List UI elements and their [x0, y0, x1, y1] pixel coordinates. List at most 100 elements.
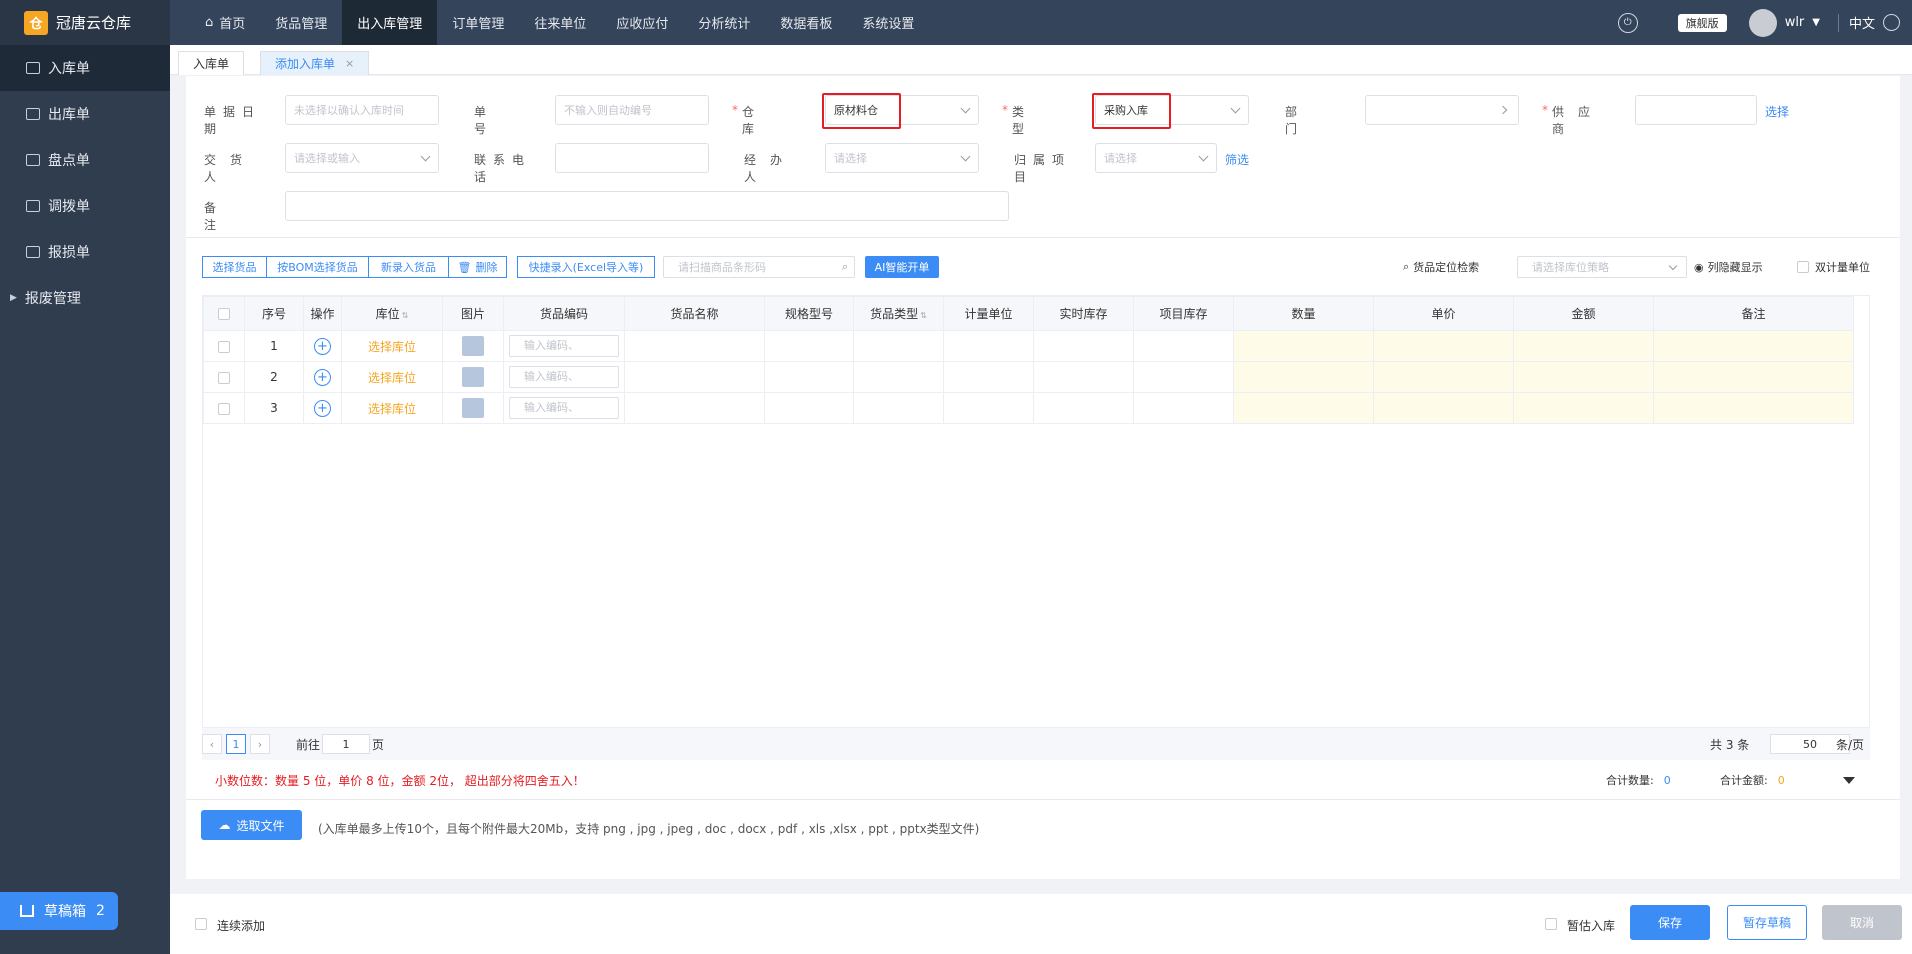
row-remark[interactable] [1653, 330, 1854, 362]
row-qty[interactable] [1233, 392, 1374, 424]
tab-add-inbound[interactable]: 添加入库单 × [260, 51, 370, 75]
code-input[interactable]: 输入编码、 [509, 397, 619, 419]
nav-dashboard[interactable]: 数据看板 [765, 0, 847, 45]
ai-order-button[interactable]: AI智能开单 [865, 256, 939, 278]
select-location-link[interactable]: 选择库位 [368, 402, 416, 416]
col-type[interactable]: 货品类型 ⇅ [853, 296, 944, 331]
nav-analysis[interactable]: 分析统计 [683, 0, 765, 45]
nav-goods[interactable]: 货品管理 [260, 0, 342, 45]
row-location[interactable]: 选择库位 [341, 330, 443, 362]
image-placeholder-icon[interactable] [462, 367, 484, 387]
code-input[interactable]: 输入编码、 [509, 335, 619, 357]
deliverer-select[interactable]: 请选择或输入 [285, 143, 439, 173]
sort-icon[interactable]: ⇅ [402, 311, 409, 320]
checkbox[interactable] [218, 371, 230, 384]
supplier-input[interactable] [1635, 95, 1757, 125]
nav-orders[interactable]: 订单管理 [437, 0, 519, 45]
project-filter-link[interactable]: 筛选 [1225, 151, 1249, 168]
row-select[interactable] [203, 392, 245, 424]
phone-input[interactable] [555, 143, 709, 173]
prev-page-button[interactable]: ‹ [202, 734, 222, 754]
service-icon[interactable]: ⏻ [1617, 12, 1638, 33]
select-location-link[interactable]: 选择库位 [368, 340, 416, 354]
checkbox[interactable] [218, 402, 230, 415]
row-location[interactable]: 选择库位 [341, 392, 443, 424]
row-price[interactable] [1373, 330, 1514, 362]
remark-input[interactable] [285, 191, 1009, 221]
project-select[interactable]: 请选择 [1095, 143, 1217, 173]
row-price[interactable] [1373, 392, 1514, 424]
row-qty[interactable] [1233, 330, 1374, 362]
app-logo[interactable]: 仓冠唐云仓库 [0, 0, 170, 45]
close-icon[interactable]: × [345, 57, 354, 70]
add-row-icon[interactable]: + [314, 337, 331, 355]
row-select[interactable] [203, 361, 245, 393]
save-button[interactable]: 保存 [1630, 905, 1710, 940]
estimate-checkbox[interactable] [1545, 918, 1557, 930]
sidebar-item-inbound[interactable]: 入库单 [0, 45, 170, 91]
row-amount[interactable] [1513, 361, 1654, 393]
draft-box-button[interactable]: 草稿箱 2 [0, 892, 118, 930]
select-location-link[interactable]: 选择库位 [368, 371, 416, 385]
nav-home[interactable]: ⌂ 首页 [190, 0, 260, 45]
row-amount[interactable] [1513, 392, 1654, 424]
column-visibility-button[interactable]: ◉ 列隐藏显示 [1694, 256, 1763, 278]
checkbox[interactable] [218, 340, 230, 353]
row-amount[interactable] [1513, 330, 1654, 362]
row-qty[interactable] [1233, 361, 1374, 393]
barcode-scan-input[interactable]: 请扫描商品条形码 ⌕ [663, 256, 855, 278]
avatar[interactable] [1748, 8, 1777, 37]
location-strategy-select[interactable]: 请选择库位策略 [1517, 256, 1687, 278]
add-row-icon[interactable]: + [314, 399, 331, 417]
image-placeholder-icon[interactable] [462, 336, 484, 356]
user-name[interactable]: wlr [1785, 15, 1805, 30]
number-input[interactable]: 不输入则自动编号 [555, 95, 709, 125]
dept-select[interactable] [1365, 95, 1519, 125]
nav-finance[interactable]: 应收应付 [601, 0, 683, 45]
add-row-icon[interactable]: + [314, 368, 331, 386]
checkbox[interactable] [218, 308, 230, 320]
nav-partners[interactable]: 往来单位 [519, 0, 601, 45]
select-all-cell[interactable] [203, 296, 245, 331]
delete-button[interactable]: 🗑 删除 [448, 256, 507, 278]
new-goods-button[interactable]: 新录入货品 [368, 256, 449, 278]
collapse-arrow-icon[interactable] [1843, 777, 1855, 784]
page-1-button[interactable]: 1 [226, 734, 246, 754]
code-input[interactable]: 输入编码、 [509, 366, 619, 388]
select-goods-button[interactable]: 选择货品 [202, 256, 267, 278]
row-location[interactable]: 选择库位 [341, 361, 443, 393]
dual-unit-checkbox[interactable]: 双计量单位 [1797, 256, 1870, 278]
globe-icon[interactable] [1883, 14, 1900, 31]
nav-settings[interactable]: 系统设置 [847, 0, 929, 45]
image-placeholder-icon[interactable] [462, 398, 484, 418]
sidebar-item-loss[interactable]: 报损单 [0, 229, 170, 275]
sidebar-item-outbound[interactable]: 出库单 [0, 91, 170, 137]
upload-file-button[interactable]: ☁ 选取文件 [201, 810, 302, 840]
supplier-select-link[interactable]: 选择 [1765, 103, 1789, 120]
save-draft-button[interactable]: 暂存草稿 [1727, 905, 1807, 940]
chevron-down-icon[interactable]: ▼ [1812, 17, 1820, 28]
sidebar-item-stocktake[interactable]: 盘点单 [0, 137, 170, 183]
goods-locate-search[interactable]: ⌕ 货品定位检索 [1403, 256, 1479, 278]
row-remark[interactable] [1653, 361, 1854, 393]
language-switch[interactable]: 中文 [1849, 13, 1875, 32]
col-label: 库位 [375, 307, 400, 321]
nav-inout[interactable]: 出入库管理 [342, 0, 438, 45]
col-location[interactable]: 库位 ⇅ [341, 296, 443, 331]
next-page-button[interactable]: › [250, 734, 270, 754]
tab-inbound-list[interactable]: 入库单 [178, 51, 245, 75]
cancel-button[interactable]: 取消 [1822, 905, 1902, 940]
sidebar-item-scrap[interactable]: ▶ 报废管理 [0, 275, 170, 321]
checkbox[interactable] [1797, 261, 1809, 273]
goto-page-input[interactable]: 1 [322, 734, 371, 754]
continuous-add-checkbox[interactable] [195, 918, 207, 930]
handler-select[interactable]: 请选择 [825, 143, 979, 173]
row-select[interactable] [203, 330, 245, 362]
sort-icon[interactable]: ⇅ [920, 311, 927, 320]
date-input[interactable]: 未选择以确认入库时间 [285, 95, 439, 125]
row-remark[interactable] [1653, 392, 1854, 424]
sidebar-item-transfer[interactable]: 调拨单 [0, 183, 170, 229]
bom-select-button[interactable]: 按BOM选择货品 [266, 256, 369, 278]
quick-import-button[interactable]: 快捷录入(Excel导入等) [517, 256, 655, 278]
row-price[interactable] [1373, 361, 1514, 393]
